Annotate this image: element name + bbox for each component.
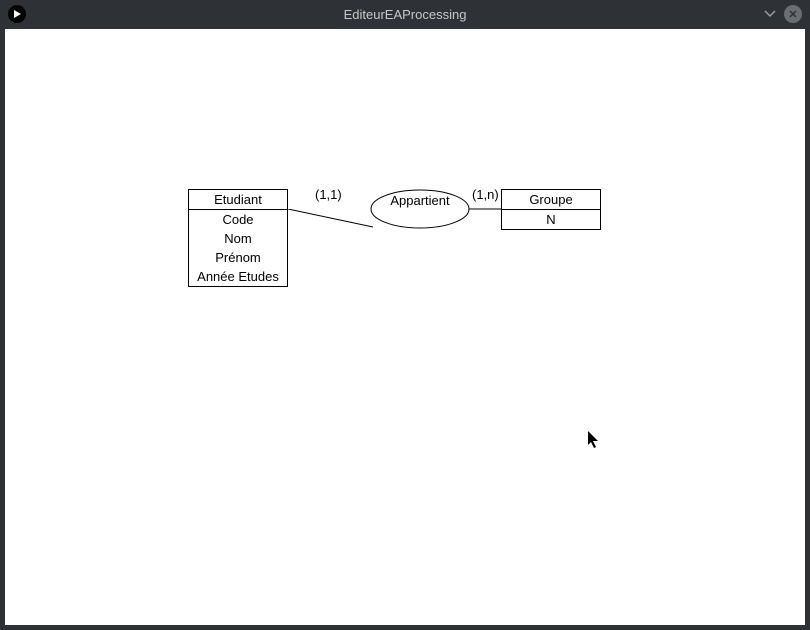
close-icon bbox=[788, 9, 798, 19]
chevron-down-icon bbox=[764, 10, 776, 18]
entity-attributes: Code Nom Prénom Année Etudes bbox=[188, 210, 288, 287]
close-button[interactable] bbox=[784, 5, 802, 23]
connector-left bbox=[288, 209, 373, 239]
cardinality-left: (1,1) bbox=[315, 187, 342, 202]
entity-etudiant[interactable]: Etudiant Code Nom Prénom Année Etudes bbox=[188, 189, 288, 287]
entity-attribute: Code bbox=[189, 210, 287, 229]
entity-attribute: Année Etudes bbox=[189, 267, 287, 286]
diagram-canvas[interactable]: Etudiant Code Nom Prénom Année Etudes Gr… bbox=[5, 29, 805, 625]
entity-attribute: N bbox=[502, 210, 600, 229]
relationship-label: Appartient bbox=[370, 189, 470, 229]
entity-attribute: Prénom bbox=[189, 248, 287, 267]
cardinality-right: (1,n) bbox=[472, 187, 499, 202]
connector-right bbox=[467, 207, 502, 211]
entity-groupe[interactable]: Groupe N bbox=[501, 189, 601, 230]
window-titlebar: EditeurEAProcessing bbox=[0, 0, 810, 29]
play-button[interactable] bbox=[8, 5, 26, 23]
entity-header: Groupe bbox=[501, 189, 601, 210]
mouse-cursor-icon bbox=[588, 431, 602, 449]
entity-attributes: N bbox=[501, 210, 601, 230]
window-title: EditeurEAProcessing bbox=[344, 7, 467, 22]
minimize-button[interactable] bbox=[762, 6, 778, 22]
entity-attribute: Nom bbox=[189, 229, 287, 248]
entity-header: Etudiant bbox=[188, 189, 288, 210]
relationship-appartient[interactable]: Appartient bbox=[370, 189, 470, 229]
play-icon bbox=[12, 9, 22, 19]
